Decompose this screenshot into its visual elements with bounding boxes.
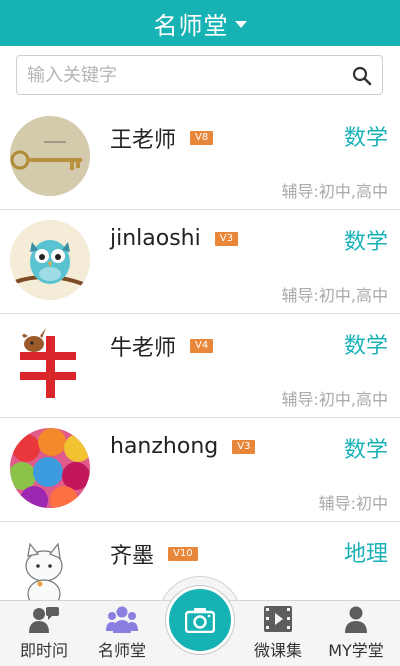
tutoring-levels: 辅导:初中,高中 bbox=[281, 286, 388, 305]
teacher-name-text: 牛老师 bbox=[110, 336, 177, 361]
camera-button[interactable] bbox=[166, 586, 234, 654]
teacher-name: jinlaoshi V3 bbox=[110, 226, 238, 251]
tab-micro-courses[interactable]: 微课集 bbox=[238, 601, 318, 666]
colorful-balls-image-icon bbox=[10, 428, 90, 508]
group-icon bbox=[106, 606, 138, 633]
subject-label: 地理 bbox=[343, 542, 388, 567]
avatar bbox=[10, 116, 90, 196]
key-image-icon bbox=[10, 116, 90, 196]
tutoring-levels: 辅导:初中 bbox=[318, 494, 388, 513]
person-chat-icon bbox=[29, 607, 59, 633]
search-box[interactable] bbox=[16, 55, 383, 95]
search-input[interactable] bbox=[17, 57, 337, 93]
tab-label: 微课集 bbox=[253, 641, 302, 660]
teacher-name: 王老师 V8 bbox=[110, 122, 214, 154]
level-badge: V10 bbox=[168, 547, 198, 561]
teacher-name: 齐墨 V10 bbox=[110, 538, 198, 570]
owl-image-icon bbox=[10, 220, 90, 300]
tutoring-levels: 辅导:初中,高中 bbox=[281, 182, 388, 201]
avatar bbox=[10, 428, 90, 508]
video-icon bbox=[264, 606, 292, 632]
teacher-row[interactable]: 王老师 V8 数学 辅导:初中,高中 bbox=[0, 106, 400, 210]
tab-label: 名师堂 bbox=[97, 641, 146, 660]
level-badge: V4 bbox=[190, 339, 214, 353]
subject-label: 数学 bbox=[343, 126, 388, 151]
level-badge: V3 bbox=[214, 231, 238, 246]
tab-label: 即时问 bbox=[19, 641, 68, 660]
teacher-row[interactable]: hanzhong V3 数学 辅导:初中 bbox=[0, 418, 400, 522]
teacher-name-text: 王老师 bbox=[110, 128, 177, 153]
teacher-name: hanzhong V3 bbox=[110, 434, 256, 459]
tab-my-school[interactable]: MY学堂 bbox=[316, 601, 396, 666]
dropdown-caret-icon[interactable] bbox=[234, 20, 247, 28]
teacher-list: 王老师 V8 数学 辅导:初中,高中 jinlaoshi V3 数学 辅导:初中… bbox=[0, 106, 400, 626]
teacher-name-text: 齐墨 bbox=[110, 544, 155, 569]
search-area bbox=[0, 46, 400, 106]
ox-character-image-icon bbox=[10, 324, 90, 404]
camera-icon bbox=[185, 608, 215, 633]
level-badge: V3 bbox=[232, 439, 256, 454]
tab-instant-question[interactable]: 即时问 bbox=[4, 601, 84, 666]
header-bar: 名师堂 bbox=[0, 0, 400, 46]
page-title[interactable]: 名师堂 bbox=[154, 6, 229, 41]
subject-label: 数学 bbox=[343, 230, 388, 255]
tab-label: MY学堂 bbox=[328, 641, 384, 660]
user-icon bbox=[345, 606, 367, 633]
teacher-name: 牛老师 V4 bbox=[110, 330, 214, 362]
teacher-row[interactable]: jinlaoshi V3 数学 辅导:初中,高中 bbox=[0, 210, 400, 314]
teacher-row[interactable]: 牛老师 V4 数学 辅导:初中,高中 bbox=[0, 314, 400, 418]
avatar bbox=[10, 324, 90, 404]
level-badge: V8 bbox=[190, 131, 214, 145]
subject-label: 数学 bbox=[343, 334, 388, 359]
teacher-name-text: jinlaoshi bbox=[110, 226, 201, 251]
avatar bbox=[10, 220, 90, 300]
tutoring-levels: 辅导:初中,高中 bbox=[281, 390, 388, 409]
search-icon[interactable] bbox=[352, 66, 372, 86]
teacher-name-text: hanzhong bbox=[110, 434, 219, 459]
subject-label: 数学 bbox=[343, 438, 388, 463]
